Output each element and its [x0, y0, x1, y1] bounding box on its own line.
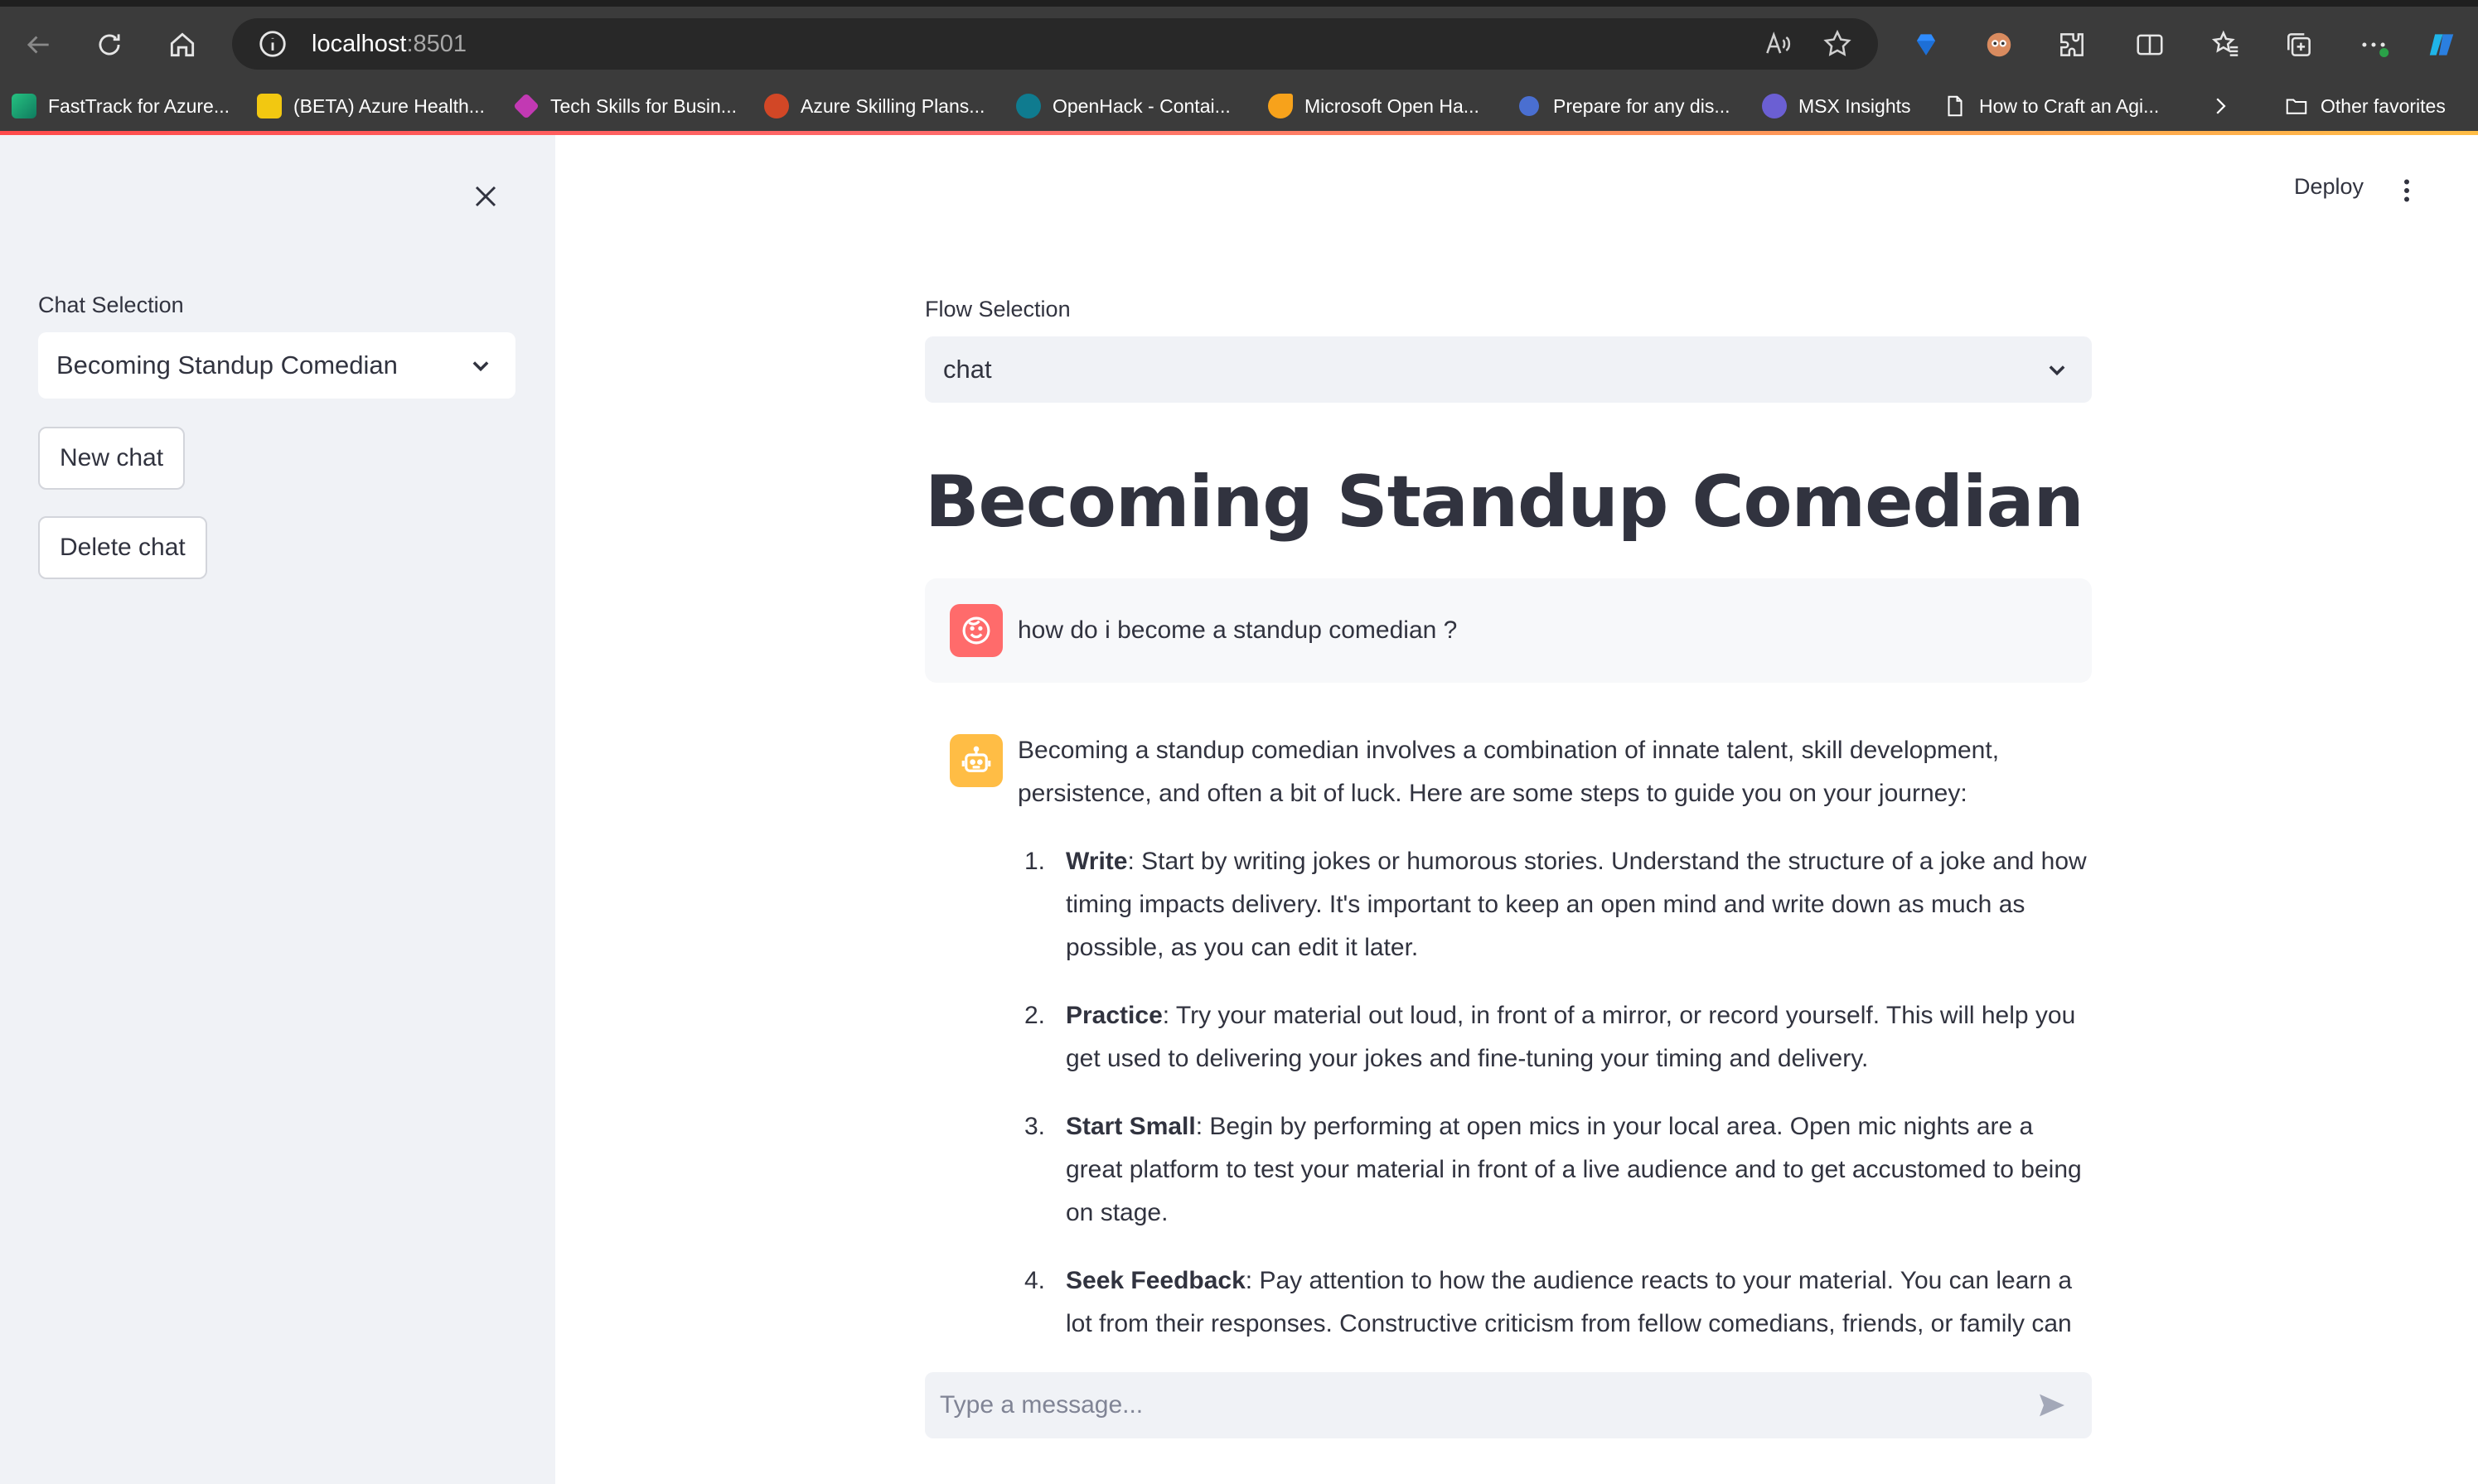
split-screen-icon[interactable] — [2132, 27, 2168, 63]
read-aloud-icon[interactable] — [1762, 28, 1793, 60]
folder-icon — [2286, 99, 2307, 114]
send-icon[interactable] — [2035, 1389, 2069, 1422]
chevron-down-icon — [472, 361, 489, 372]
home-icon[interactable] — [159, 22, 206, 68]
bookmark-label: Prepare for any dis... — [1553, 94, 1730, 117]
bookmark-label: Microsoft Open Ha... — [1304, 94, 1479, 117]
bookmark-item[interactable]: Prepare for any dis... — [1517, 81, 1730, 131]
chat-input[interactable] — [940, 1372, 2017, 1438]
browser-toolbar: localhost:8501 — [0, 7, 2478, 81]
chat-selection-select[interactable]: Becoming Standup Comedian — [38, 332, 515, 399]
bookmark-item[interactable]: Tech Skills for Busin... — [513, 81, 737, 131]
new-chat-button[interactable]: New chat — [38, 427, 186, 490]
bookmark-item[interactable]: FastTrack for Azure... — [12, 81, 230, 131]
bookmark-item[interactable]: OpenHack - Contai... — [1016, 81, 1231, 131]
user-chat-message: how do i become a standup comedian ? — [925, 578, 2092, 683]
site-info-icon[interactable] — [257, 28, 288, 60]
copilot-icon[interactable] — [2423, 27, 2460, 63]
flame-icon — [1268, 94, 1293, 118]
profile-extension-icon[interactable] — [1981, 27, 2017, 63]
diamond-icon — [513, 93, 540, 119]
list-item: 3. Start Small: Begin by performing at o… — [1018, 1105, 2095, 1235]
list-item-title: Practice — [1066, 1002, 1163, 1029]
back-icon[interactable] — [15, 22, 61, 68]
document-icon — [1948, 95, 1963, 117]
bookmark-item[interactable]: MSX Insights — [1762, 81, 1911, 131]
sharepoint-icon — [1016, 94, 1041, 118]
list-item-title: Seek Feedback — [1066, 1267, 1246, 1294]
bookmark-label: How to Craft an Agi... — [1979, 94, 2160, 117]
more-menu-icon[interactable] — [2355, 27, 2392, 63]
bookmark-item[interactable]: Microsoft Open Ha... — [1268, 81, 1479, 131]
user-message-text: how do i become a standup comedian ? — [1018, 616, 1458, 644]
flow-selection-label: Flow Selection — [925, 297, 1071, 321]
list-item-number: 3. — [1024, 1113, 1046, 1140]
assistant-message-body: Becoming a standup comedian involves a c… — [1018, 729, 2095, 1347]
chat-selection-value: Becoming Standup Comedian — [56, 350, 398, 379]
page-title: Becoming Standup Comedian — [925, 461, 2084, 544]
list-item-text: : Start by writing jokes or humorous sto… — [1066, 848, 2087, 961]
extensions-icon[interactable] — [2054, 27, 2090, 63]
bookmark-item[interactable]: (BETA) Azure Health... — [257, 81, 485, 131]
bookmark-item[interactable]: How to Craft an Agi... — [1943, 81, 2159, 131]
other-favorites-folder[interactable]: Other favorites — [2284, 81, 2446, 131]
url-host: localhost — [312, 31, 407, 57]
list-item-text: : Begin by performing at open mics in yo… — [1066, 1113, 2082, 1226]
user-avatar-icon — [950, 604, 1003, 657]
list-item-number: 4. — [1024, 1267, 1046, 1294]
bookmark-label: Azure Skilling Plans... — [801, 94, 985, 117]
power-bi-icon — [257, 94, 282, 118]
address-bar[interactable]: localhost:8501 — [232, 18, 1878, 70]
flow-selection-value: chat — [943, 355, 992, 384]
bookmark-label: MSX Insights — [1798, 94, 1911, 117]
sidebar: Chat Selection Becoming Standup Comedian… — [0, 135, 555, 1484]
bookmarks-overflow-button[interactable] — [2208, 81, 2233, 131]
assistant-intro-text: Becoming a standup comedian involves a c… — [1018, 737, 2000, 807]
list-item: 1. Write: Start by writing jokes or humo… — [1018, 840, 2095, 969]
close-icon[interactable] — [467, 178, 504, 215]
url-port: :8501 — [406, 31, 467, 57]
assistant-chat-message: Becoming a standup comedian involves a c… — [925, 721, 2102, 1347]
shield-star-icon — [1519, 96, 1539, 116]
list-item: 4. Seek Feedback: Pay attention to how t… — [1018, 1259, 2095, 1346]
list-item: 2. Practice: Try your material out loud,… — [1018, 994, 2095, 1080]
favorite-star-icon[interactable] — [1822, 28, 1853, 60]
bookmark-label: (BETA) Azure Health... — [293, 94, 485, 117]
assistant-avatar-icon — [950, 734, 1003, 787]
gem-extension-icon[interactable] — [1908, 27, 1944, 63]
favorites-bar: FastTrack for Azure... (BETA) Azure Heal… — [0, 81, 2478, 131]
chevron-right-icon — [2216, 98, 2226, 114]
powerpoint-icon — [764, 94, 789, 118]
bookmark-label: Tech Skills for Busin... — [550, 94, 737, 117]
bookmark-label: OpenHack - Contai... — [1053, 94, 1231, 117]
collections-icon[interactable] — [2281, 27, 2317, 63]
chevron-down-icon — [2049, 365, 2065, 376]
main-menu-icon[interactable] — [2392, 176, 2422, 205]
window-top-strip — [0, 0, 2478, 7]
url-text[interactable]: localhost:8501 — [312, 18, 467, 70]
chat-selection-label: Chat Selection — [38, 292, 184, 317]
chat-input-container — [925, 1372, 2092, 1438]
list-item-title: Start Small — [1066, 1113, 1196, 1140]
favorites-icon[interactable] — [2208, 27, 2244, 63]
bookmark-label: Other favorites — [2321, 94, 2446, 117]
bookmark-label: FastTrack for Azure... — [48, 94, 230, 117]
list-item-title: Write — [1066, 848, 1128, 875]
bookmark-item[interactable]: Azure Skilling Plans... — [764, 81, 985, 131]
deploy-button[interactable]: Deploy — [2294, 174, 2364, 200]
insights-icon — [1762, 94, 1787, 118]
flow-selection-select[interactable]: chat — [925, 336, 2092, 403]
fasttrack-icon — [12, 94, 36, 118]
list-item-number: 1. — [1024, 848, 1046, 875]
delete-chat-button[interactable]: Delete chat — [38, 516, 207, 579]
assistant-steps-list: 1. Write: Start by writing jokes or humo… — [1018, 840, 2095, 1346]
refresh-icon[interactable] — [86, 22, 133, 68]
list-item-number: 2. — [1024, 1002, 1046, 1029]
list-item-text: : Try your material out loud, in front o… — [1066, 1002, 2076, 1072]
